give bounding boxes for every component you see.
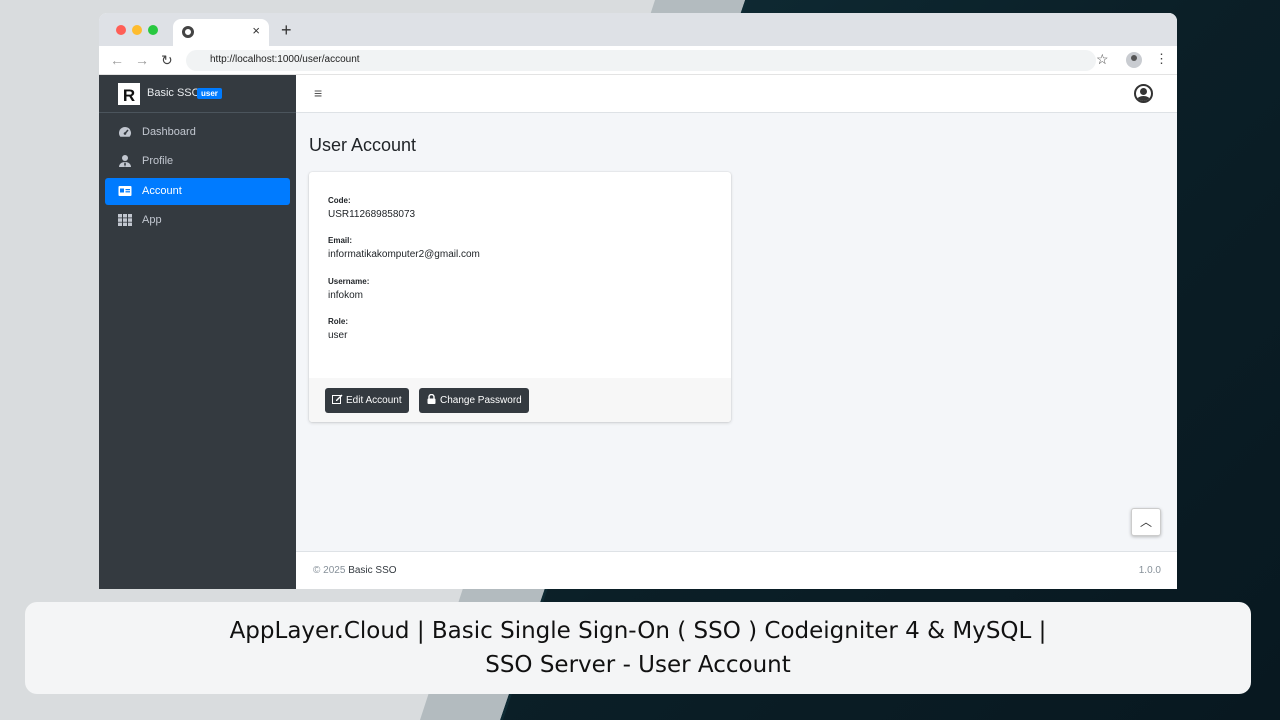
app-version: 1.0.0 (1138, 565, 1161, 576)
field-value: infokom (328, 290, 364, 301)
field-code: Code: USR112689858073 (328, 196, 415, 220)
grid-icon (118, 214, 132, 226)
account-card: Code: USR112689858073 Email: informatika… (309, 172, 731, 422)
sidebar-item-account[interactable]: Account (105, 178, 290, 205)
field-username: Username: infokom (328, 277, 369, 301)
reload-icon[interactable]: ↻ (161, 52, 173, 69)
browser-menu-icon[interactable]: ⋮ (1155, 51, 1168, 67)
brand-name: Basic SSO (147, 87, 201, 99)
close-tab-icon[interactable]: × (252, 23, 260, 38)
forward-arrow-icon[interactable]: → (135, 52, 149, 68)
app-layout: R Basic SSO user Dashboard Profile Accou… (99, 75, 1177, 589)
field-value: informatikakomputer2@gmail.com (328, 249, 480, 260)
brand[interactable]: R Basic SSO user (99, 75, 296, 113)
sidebar-item-dashboard[interactable]: Dashboard (105, 119, 290, 146)
top-navbar: ≡ (296, 75, 1177, 113)
brand-logo: R (118, 83, 140, 105)
scroll-to-top-button[interactable]: ︿ (1131, 508, 1161, 536)
edit-account-button[interactable]: Edit Account (325, 388, 409, 413)
field-role: Role: user (328, 317, 348, 341)
chrome-icon (182, 26, 194, 38)
user-avatar-icon[interactable] (1134, 84, 1153, 103)
browser-window: × + ← → ↻ http://localhost:1000/user/acc… (99, 13, 1177, 589)
video-caption: AppLayer.Cloud | Basic Single Sign-On ( … (25, 602, 1251, 694)
change-password-button[interactable]: Change Password (419, 388, 529, 413)
browser-tab[interactable]: × (173, 19, 269, 46)
role-badge: user (197, 88, 222, 99)
field-label: Role: (328, 317, 348, 326)
user-tie-icon (119, 155, 131, 167)
back-arrow-icon[interactable]: ← (110, 52, 124, 68)
copyright-text: © 2025 (313, 565, 346, 576)
edit-icon (332, 394, 343, 404)
caption-line-1: AppLayer.Cloud | Basic Single Sign-On ( … (229, 618, 1047, 644)
tab-bar: × + (99, 13, 1177, 46)
field-label: Username: (328, 277, 370, 286)
sidebar-item-label: Account (142, 185, 182, 197)
address-bar: ← → ↻ http://localhost:1000/user/account… (99, 46, 1177, 75)
page-footer: © 2025 Basic SSO 1.0.0 (296, 551, 1177, 589)
field-value: USR112689858073 (328, 209, 416, 220)
field-label: Email: (328, 236, 353, 245)
minimize-window-button[interactable] (132, 25, 142, 35)
field-label: Code: (328, 196, 351, 205)
card-footer: Edit Account Change Password (309, 378, 731, 422)
sidebar-item-app[interactable]: App (105, 207, 290, 234)
caption-line-2: SSO Server - User Account (485, 652, 791, 678)
close-window-button[interactable] (116, 25, 126, 35)
copyright: © 2025 Basic SSO (313, 565, 397, 576)
new-tab-button[interactable]: + (281, 20, 292, 41)
sidebar-item-label: Profile (142, 155, 174, 167)
field-email: Email: informatikakomputer2@gmail.com (328, 236, 480, 260)
url-input[interactable]: http://localhost:1000/user/account (186, 50, 1096, 71)
field-value: user (328, 330, 348, 341)
id-card-icon (118, 186, 132, 196)
footer-app-name: Basic SSO (348, 565, 397, 576)
chevron-up-icon: ︿ (1139, 515, 1152, 529)
sidebar-item-label: Dashboard (142, 126, 196, 138)
url-text: http://localhost:1000/user/account (210, 54, 360, 65)
lock-icon (427, 394, 436, 404)
change-password-label: Change Password (440, 395, 522, 406)
browser-profile-icon[interactable] (1126, 52, 1142, 68)
sidebar-item-profile[interactable]: Profile (105, 148, 290, 175)
maximize-window-button[interactable] (148, 25, 158, 35)
main-content: User Account Code: USR112689858073 Email… (296, 113, 1177, 551)
hamburger-menu-icon[interactable]: ≡ (314, 85, 322, 101)
sidebar: R Basic SSO user Dashboard Profile Accou… (99, 75, 296, 589)
tachometer-icon (119, 127, 131, 137)
edit-account-label: Edit Account (346, 395, 402, 406)
sidebar-item-label: App (142, 214, 162, 226)
bookmark-star-icon[interactable]: ☆ (1096, 51, 1109, 68)
page-title: User Account (309, 135, 417, 155)
